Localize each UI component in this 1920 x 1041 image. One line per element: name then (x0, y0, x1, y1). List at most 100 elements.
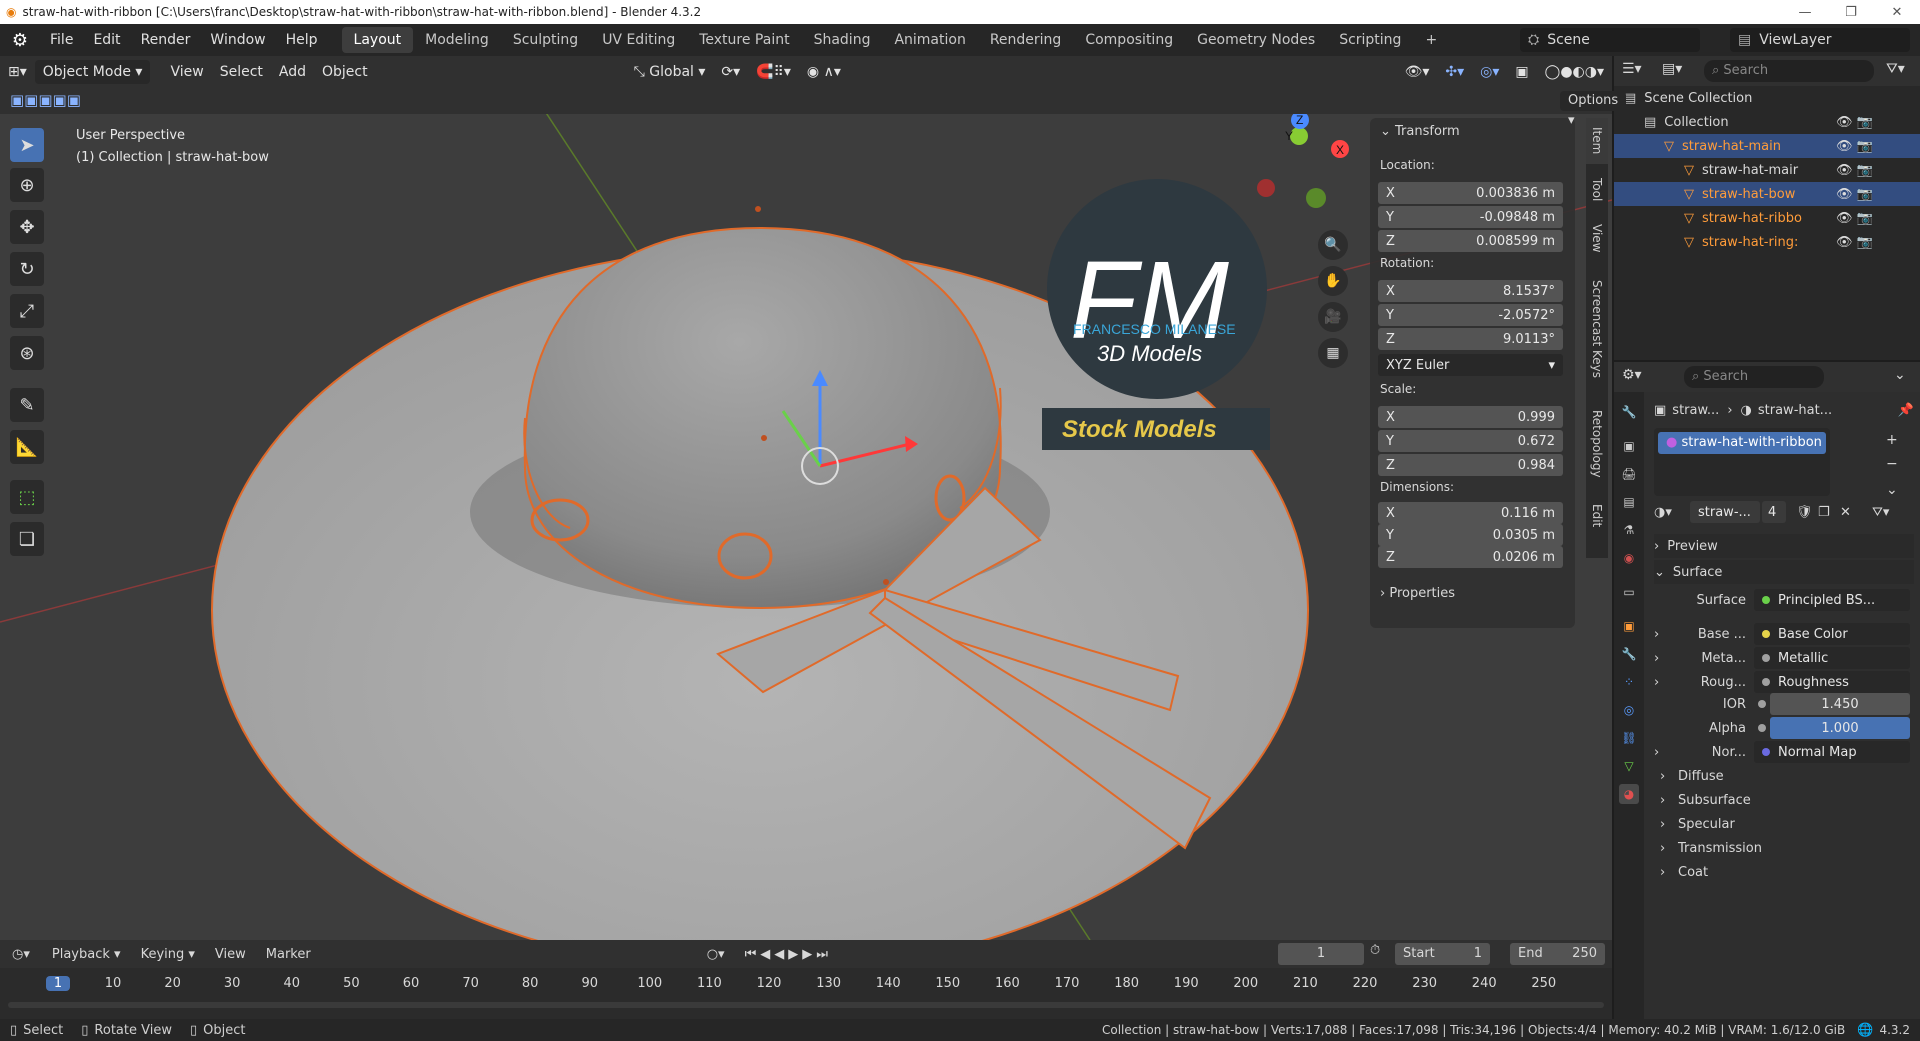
properties-search-input[interactable]: ⌕ Search (1684, 366, 1824, 388)
data-tab-icon[interactable]: ▽ (1619, 756, 1639, 776)
surface-panel-header[interactable]: ⌄ Surface (1654, 560, 1914, 584)
options-dropdown[interactable]: Options ▾ (1560, 91, 1627, 128)
expand-icon[interactable]: › (1654, 675, 1672, 690)
mode-dropdown[interactable]: Object Mode ▾ (34, 60, 151, 84)
rotation-x-field[interactable]: X 8.1537° (1378, 280, 1563, 302)
add-cube-tool[interactable]: ⬚ (10, 480, 44, 514)
tab-geometry-nodes[interactable]: Geometry Nodes (1185, 27, 1327, 53)
tab-retopology[interactable]: Retopology (1586, 398, 1608, 490)
fake-user-icon[interactable]: 🛡 (1796, 505, 1813, 520)
tab-texture-paint[interactable]: Texture Paint (687, 27, 801, 53)
dimension-x-field[interactable]: X 0.116 m (1378, 502, 1563, 524)
shader-input-field[interactable]: Roughness (1754, 671, 1910, 693)
material-tab-icon[interactable]: ◕ (1619, 784, 1639, 804)
view-layer-selector[interactable]: ▤ ViewLayer (1730, 28, 1910, 52)
location-x-field[interactable]: X 0.003836 m (1378, 182, 1563, 204)
frame-ruler[interactable]: 1 10 20 30 40 50 60 70 80 90 100 110 120 130 140 150 160… (0, 974, 1612, 996)
menu-select[interactable]: Select (212, 60, 271, 84)
visibility-icon[interactable]: 👁 📷 (1836, 139, 1873, 154)
tab-scripting[interactable]: Scripting (1327, 27, 1413, 53)
add-workspace-icon[interactable]: + (1413, 27, 1449, 53)
orientation-dropdown[interactable]: ⤡ Global ▾ (626, 60, 714, 84)
pivot-icon[interactable]: ⟳▾ (713, 60, 748, 84)
playback-controls[interactable]: ⏮◀◀▶▶⏭ (731, 947, 846, 962)
material-users-count[interactable]: 4 (1762, 501, 1786, 523)
location-z-field[interactable]: Z 0.008599 m (1378, 230, 1563, 252)
scale-y-field[interactable]: Y 0.672 (1378, 430, 1563, 452)
record-icon[interactable]: ○▾ (701, 947, 731, 962)
material-slot-item[interactable]: ● straw-hat-with-ribbon (1658, 432, 1826, 454)
timeline-editor-icon[interactable]: ◷▾ (0, 947, 42, 962)
tab-rendering[interactable]: Rendering (978, 27, 1074, 53)
proportional-icon[interactable]: ◉ ∧▾ (799, 60, 849, 84)
tab-screencast-keys[interactable]: Screencast Keys (1586, 264, 1608, 394)
properties-editor-icon[interactable]: ⚙▾ (1622, 367, 1642, 383)
expand-icon[interactable]: › (1654, 745, 1672, 760)
unlink-icon[interactable]: ✕ (1840, 505, 1851, 520)
xray-icon[interactable]: ▣ (1507, 60, 1536, 84)
shader-subsection[interactable]: › Subsurface (1654, 788, 1914, 812)
cursor-tool[interactable]: ⊕ (10, 168, 44, 202)
shader-subsection[interactable]: › Transmission (1654, 836, 1914, 860)
outliner-search-input[interactable]: ⌕ Search (1704, 60, 1874, 82)
playback-menu[interactable]: Playback ▾ (42, 947, 131, 962)
tab-view[interactable]: View (1586, 216, 1608, 260)
select-mode-icons[interactable]: ▣▣▣▣▣ (10, 91, 81, 109)
properties-subpanel-header[interactable]: › Properties (1380, 586, 1455, 601)
visibility-icon[interactable]: 👁 📷 (1836, 163, 1873, 178)
outliner-row[interactable]: ▽ straw-hat-main 👁 📷 (1614, 134, 1920, 158)
end-frame-field[interactable]: End 250 (1510, 943, 1605, 965)
scale-z-field[interactable]: Z 0.984 (1378, 454, 1563, 476)
snap-icon[interactable]: 🧲⠿▾ (748, 60, 799, 84)
location-y-field[interactable]: Y -0.09848 m (1378, 206, 1563, 228)
visibility-icon[interactable]: 👁 📷 (1836, 235, 1873, 250)
collection-tab-icon[interactable]: ▭ (1619, 582, 1639, 602)
alpha-field[interactable]: 1.000 (1770, 717, 1910, 739)
ortho-toggle-icon[interactable]: ▦ (1318, 338, 1348, 368)
filter-icon[interactable]: ⛛▾ (1886, 61, 1905, 77)
surface-shader-field[interactable]: Principled BS... (1754, 589, 1910, 611)
render-tab-icon[interactable]: ▣ (1619, 436, 1639, 456)
scene-tab-icon[interactable]: ⚗ (1619, 520, 1639, 540)
rotation-mode-dropdown[interactable]: XYZ Euler ▾ (1378, 354, 1563, 376)
select-box-tool[interactable]: ➤ (10, 128, 44, 162)
outliner-row[interactable]: ▽ straw-hat-mair 👁 📷 (1614, 158, 1920, 182)
rotation-z-field[interactable]: Z 9.0113° (1378, 328, 1563, 350)
material-name-field[interactable]: straw-... (1690, 501, 1760, 523)
zoom-icon[interactable]: 🔍 (1318, 230, 1348, 260)
material-slot-list[interactable]: ● straw-hat-with-ribbon (1654, 428, 1830, 496)
move-tool[interactable]: ✥ (10, 210, 44, 244)
shading-mode-icons[interactable]: ◯●◐◑▾ (1537, 60, 1612, 84)
chevron-down-icon[interactable]: ⌄ (1894, 367, 1906, 383)
output-tab-icon[interactable]: 🖨 (1619, 464, 1639, 484)
link-icon[interactable]: ⛛▾ (1872, 505, 1889, 520)
physics-tab-icon[interactable]: ◎ (1619, 700, 1639, 720)
dimension-z-field[interactable]: Z 0.0206 m (1378, 546, 1563, 568)
tab-modeling[interactable]: Modeling (413, 27, 501, 53)
expand-icon[interactable]: › (1654, 627, 1672, 642)
shader-subsection[interactable]: › Specular (1654, 812, 1914, 836)
slot-menu-icon[interactable]: ⌄ (1886, 482, 1898, 498)
menu-add[interactable]: Add (271, 60, 314, 84)
menu-window[interactable]: Window (200, 24, 275, 56)
pin-icon[interactable]: 📌 (1898, 403, 1914, 418)
tool-tab-icon[interactable]: 🔧 (1619, 402, 1639, 422)
current-frame-field[interactable]: 1 (1278, 943, 1364, 965)
visibility-icon[interactable]: 👁▾ (1397, 60, 1438, 84)
display-mode-icon[interactable]: ▤▾ (1662, 61, 1682, 77)
tab-compositing[interactable]: Compositing (1073, 27, 1185, 53)
preview-panel-header[interactable]: › Preview (1654, 534, 1914, 558)
shader-subsection[interactable]: › Diffuse (1654, 764, 1914, 788)
tab-layout[interactable]: Layout (341, 27, 414, 53)
scene-selector[interactable]: ⛭ Scene (1520, 28, 1700, 52)
keying-menu[interactable]: Keying ▾ (131, 947, 205, 962)
timeline-view-menu[interactable]: View (205, 947, 256, 962)
tab-edit[interactable]: Edit (1586, 494, 1608, 538)
menu-edit[interactable]: Edit (83, 24, 130, 56)
transform-tool[interactable]: ⊛ (10, 336, 44, 370)
material-browse-icon[interactable]: ◑▾ (1654, 505, 1672, 520)
menu-view[interactable]: View (162, 60, 211, 84)
menu-object[interactable]: Object (314, 60, 376, 84)
close-button[interactable]: ✕ (1874, 0, 1920, 24)
tab-uv-editing[interactable]: UV Editing (590, 27, 687, 53)
